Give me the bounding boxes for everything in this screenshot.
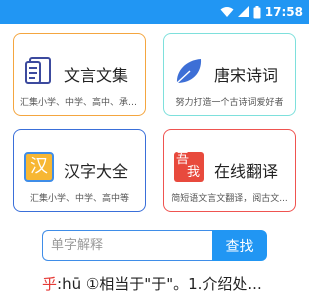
card-subtitle: 努力打造一个古诗词爱好者: [175, 98, 284, 108]
icon-glyph-bottom: 我: [187, 165, 201, 180]
card-hanzi-dictionary[interactable]: 汉 汉字大全 汇集小学、中学、高中等: [13, 129, 146, 212]
card-subtitle: 汇集小学、中学、高中、承传...: [20, 98, 139, 108]
leaf-icon: [176, 59, 202, 84]
card-title: 在线翻译: [214, 162, 279, 181]
signal-icon: [237, 6, 249, 17]
status-time: 17:58: [264, 5, 303, 19]
result-definition: :hū ①相当于"于"。1.介绍处...: [57, 275, 262, 293]
search-input[interactable]: [42, 230, 213, 261]
document-icon: [25, 57, 51, 84]
result-character: 乎: [42, 275, 58, 293]
status-bar: 17:58: [0, 0, 309, 24]
card-subtitle: 汇集小学、中学、高中等: [29, 194, 129, 204]
card-tang-song-poetry[interactable]: 唐宋诗词 努力打造一个古诗词爱好者: [163, 33, 296, 116]
definition-result: 乎:hū ①相当于"于"。1.介绍处...: [42, 273, 309, 294]
han-character-icon: 汉: [24, 152, 54, 182]
wifi-icon: [220, 7, 234, 17]
battery-icon: [253, 5, 261, 18]
card-wenyan-collection[interactable]: 文言文集 汇集小学、中学、高中、承传...: [13, 33, 146, 116]
card-subtitle: 简短语文言文翻译，阅古文...: [171, 194, 288, 204]
card-title: 汉字大全: [64, 162, 129, 181]
icon-glyph: 汉: [30, 156, 48, 177]
status-icons: 17:58: [220, 0, 303, 24]
search-button[interactable]: 查找: [212, 230, 267, 261]
card-title: 文言文集: [64, 66, 129, 85]
card-online-translation[interactable]: 吾 我 在线翻译 简短语文言文翻译，阅古文...: [163, 129, 296, 212]
card-title: 唐宋诗词: [214, 66, 279, 85]
translate-stamp-icon: 吾 我: [174, 152, 204, 182]
